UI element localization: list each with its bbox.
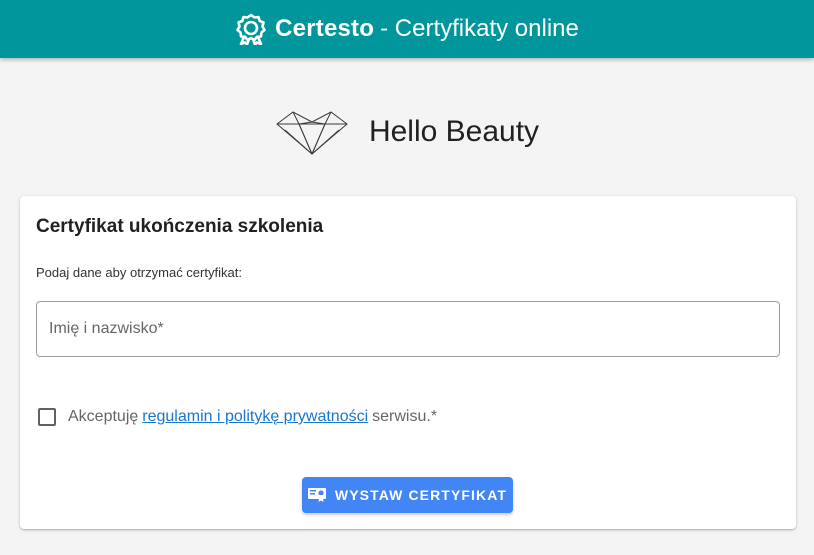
issue-certificate-button[interactable]: WYSTAW CERTYFIKAT bbox=[302, 477, 513, 513]
diamond-outline-icon bbox=[275, 108, 349, 156]
issue-certificate-label: WYSTAW CERTYFIKAT bbox=[334, 487, 508, 503]
card-subtitle: Podaj dane aby otrzymać certyfikat: bbox=[36, 265, 242, 280]
award-ribbon-icon bbox=[235, 13, 267, 45]
certificate-form-card: Certyfikat ukończenia szkolenia Podaj da… bbox=[20, 196, 796, 529]
consent-prefix: Akceptuję bbox=[68, 408, 139, 425]
app-header: Certesto - Certyfikaty online bbox=[0, 0, 814, 58]
company-header: Hello Beauty bbox=[0, 100, 814, 164]
header-tagline: - Certyfikaty online bbox=[380, 15, 579, 42]
full-name-input[interactable] bbox=[37, 302, 779, 356]
consent-suffix: serwisu.* bbox=[372, 408, 438, 425]
terms-checkbox[interactable] bbox=[38, 408, 56, 426]
terms-consent: Akceptuję regulamin i politykę prywatnoś… bbox=[38, 408, 437, 426]
brand-name: Certesto bbox=[275, 15, 375, 42]
terms-link[interactable]: regulamin i politykę prywatności bbox=[142, 408, 368, 426]
certificate-icon bbox=[307, 487, 326, 503]
company-name: Hello Beauty bbox=[368, 115, 540, 148]
full-name-field bbox=[36, 301, 780, 357]
card-title: Certyfikat ukończenia szkolenia bbox=[36, 216, 324, 237]
